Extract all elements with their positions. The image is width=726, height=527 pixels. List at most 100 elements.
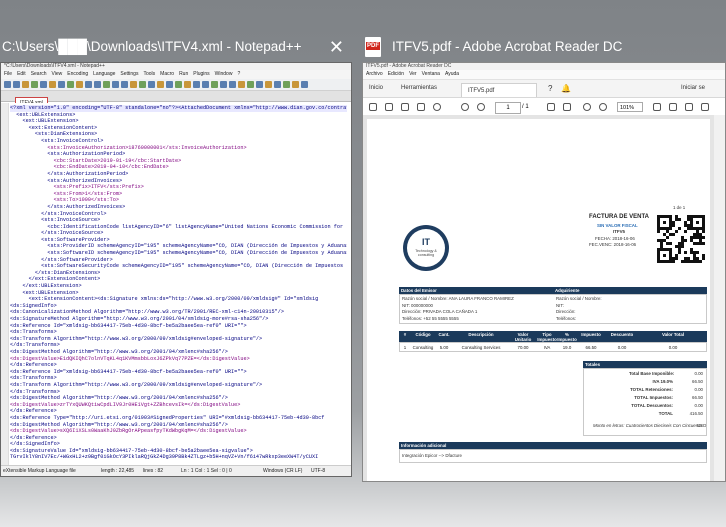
zoom-in-icon[interactable]: [599, 103, 607, 111]
code-line: </sts:InvoiceControl>: [10, 210, 107, 217]
sign-in-link[interactable]: Iniciar se: [681, 80, 705, 97]
save-icon[interactable]: [369, 103, 377, 111]
notepad-toolbar: [1, 79, 351, 91]
seller-line: Teléfonos: +52 55 5555 5555: [402, 315, 459, 321]
invoice-date: FECHA: 2018-16-06: [595, 236, 635, 241]
prev-page-icon[interactable]: [461, 103, 469, 111]
menu-item-search[interactable]: Search: [31, 70, 47, 79]
zoom-out-icon[interactable]: [583, 103, 591, 111]
notepad-menu-bar: File Edit Search View Encoding Language Settin…: [1, 70, 351, 79]
menu-item-file[interactable]: File: [4, 70, 12, 79]
document-canvas[interactable]: 1 de 1 IT Technology & consulting FACTUR…: [363, 115, 725, 481]
seller-line: Razón social / Nombre: ANA LAURA FRANCO …: [402, 296, 514, 301]
tab-inicio[interactable]: Inicio: [369, 80, 383, 97]
page-number-input[interactable]: 1: [495, 102, 521, 114]
menu-item-ayuda[interactable]: Ayuda: [445, 70, 459, 79]
code-line: </ext:ExtensionContent>: [10, 276, 101, 283]
items-cell: 5.00: [439, 345, 449, 350]
status-eol: Windows (CR LF): [263, 468, 303, 474]
fit-page-icon[interactable]: [653, 103, 661, 111]
search-icon[interactable]: [433, 103, 441, 111]
status-position: Ln : 1 Col : 1 Sel : 0 | 0: [181, 468, 232, 474]
additional-info-text: Integración Epicor --> Dfacture: [402, 453, 462, 458]
menu-item-edit[interactable]: Edit: [17, 70, 26, 79]
hand-tool-icon[interactable]: [563, 103, 571, 111]
code-line: <ds:Reference Type="http://uri.etsi.org/…: [10, 414, 325, 421]
code-line: <sts:DianExtensions>: [10, 131, 98, 138]
sign-icon[interactable]: [701, 103, 709, 111]
notepad-window-thumbnail[interactable]: *C:\Users\Downloads\ITFV4.xml - Notepad+…: [0, 62, 352, 477]
seller-line: Dirección: PRIVADA COLA CAÑADA 1: [402, 309, 478, 314]
code-line: <ds:Reference Id="xmldsig-bb634417-75eb-…: [10, 322, 247, 329]
tab-document[interactable]: ITFV5.pdf: [461, 83, 537, 97]
select-cursor-icon[interactable]: [547, 103, 555, 111]
acrobat-titlebar: ITFV5.pdf - Adobe Acrobat Reader DC: [363, 63, 725, 70]
page-label: 1 de 1: [673, 205, 686, 210]
menu-item-view[interactable]: View: [52, 70, 63, 79]
items-col-header: % Impuesto: [557, 332, 577, 342]
code-line: <ds:Transform Algorithm="http://www.w3.o…: [10, 381, 263, 388]
code-line: </sts:SoftwareProvider>: [10, 256, 113, 263]
code-line: <ds:DigestMethod Algorithm="http://www.w…: [10, 421, 228, 428]
zoom-select[interactable]: 101%: [617, 102, 643, 112]
items-col-header: Cant.: [438, 332, 450, 337]
acrobat-tab-bar: Inicio Herramientas ITFV5.pdf ? 🔔 Inicia…: [363, 80, 725, 98]
status-filetype: eXtensible Markup Language file: [3, 468, 76, 474]
items-cell: 66.50: [585, 345, 597, 350]
menu-item-macro[interactable]: Macro: [160, 70, 174, 79]
comment-icon[interactable]: [669, 103, 677, 111]
currency-code: USD: [697, 423, 707, 428]
company-logo: IT Technology & consulting: [403, 225, 449, 271]
status-lines: lines : 82: [143, 468, 164, 474]
notepad-titlebar: *C:\Users\Downloads\ITFV4.xml - Notepad+…: [1, 63, 351, 70]
menu-item-[interactable]: ?: [237, 70, 240, 79]
menu-item-edicin[interactable]: Edición: [388, 70, 404, 79]
code-line: <cbc:IdentificationCode listAgencyID="6"…: [10, 223, 344, 230]
items-cell: Consulting: [412, 345, 434, 350]
code-line: TGrvIklY8nIV7Ec/+WGxHL2+z9Bgf0iGkOcY3PIk…: [10, 454, 319, 461]
items-col-header: Impuesto: [581, 332, 601, 337]
totals-label: TOTAL Retenciones:: [630, 387, 673, 392]
menu-item-tools[interactable]: Tools: [143, 70, 155, 79]
vertical-scrollbar[interactable]: [714, 115, 725, 481]
print-icon[interactable]: [401, 103, 409, 111]
menu-item-window[interactable]: Window: [215, 70, 233, 79]
items-cell: 19.0: [562, 345, 572, 350]
acrobat-window-thumbnail[interactable]: ITFV5.pdf - Adobe Acrobat Reader DC Arch…: [362, 62, 726, 482]
acrobat-snap-title[interactable]: PDF ITFV5.pdf - Adobe Acrobat Reader DC: [362, 36, 726, 58]
menu-item-ventana[interactable]: Ventana: [422, 70, 440, 79]
bell-icon[interactable]: 🔔: [561, 80, 571, 97]
code-line: <sts:InvoiceControl>: [10, 137, 104, 144]
xml-editor[interactable]: <?xml version="1.0" encoding="UTF-8" sta…: [1, 103, 351, 466]
menu-item-settings[interactable]: Settings: [120, 70, 138, 79]
next-page-icon[interactable]: [477, 103, 485, 111]
items-col-header: Descripción: [468, 332, 494, 337]
code-line: </ds:SignedInfo>: [10, 441, 60, 448]
tab-herramientas[interactable]: Herramientas: [401, 80, 437, 97]
editor-gutter: [1, 103, 9, 466]
totals-header: Totales: [583, 361, 707, 368]
email-icon[interactable]: [417, 103, 425, 111]
upload-icon[interactable]: [385, 103, 393, 111]
pen-icon[interactable]: [685, 103, 693, 111]
notepad-tab-bar: ITFV4.xml: [1, 91, 351, 108]
code-line: <sts:ProviderID schemeAgencyID="195" sch…: [10, 243, 347, 250]
notepad-close-icon[interactable]: ✕: [329, 36, 344, 58]
menu-item-ver[interactable]: Ver: [409, 70, 417, 79]
logo-main-text: IT: [422, 237, 430, 247]
code-line: <ext:UBLExtension>: [10, 289, 79, 296]
code-line: <cbc:StartDate>2019-01-19</cbc:StartDate…: [10, 157, 182, 164]
notepad-snap-title[interactable]: C:\Users\███\Downloads\ITFV4.xml - Notep…: [0, 36, 352, 58]
code-line: <sts:Prefix>ITFV</sts:Prefix>: [10, 184, 144, 191]
menu-item-language[interactable]: Language: [93, 70, 115, 79]
menu-item-plugins[interactable]: Plugins: [193, 70, 209, 79]
menu-item-encoding[interactable]: Encoding: [67, 70, 88, 79]
help-icon[interactable]: ?: [548, 80, 552, 97]
menu-item-archivo[interactable]: Archivo: [366, 70, 383, 79]
code-line: <ds:Transform Algorithm="http://www.w3.o…: [10, 335, 263, 342]
code-line: </ds:Transforms>: [10, 388, 60, 395]
code-line: <sts:InvoiceSource>: [10, 217, 101, 224]
menu-item-run[interactable]: Run: [179, 70, 188, 79]
code-line: <sts:SoftwareID schemeAgencyID="195" sch…: [10, 250, 347, 257]
buyer-line: NIT:: [556, 302, 564, 308]
